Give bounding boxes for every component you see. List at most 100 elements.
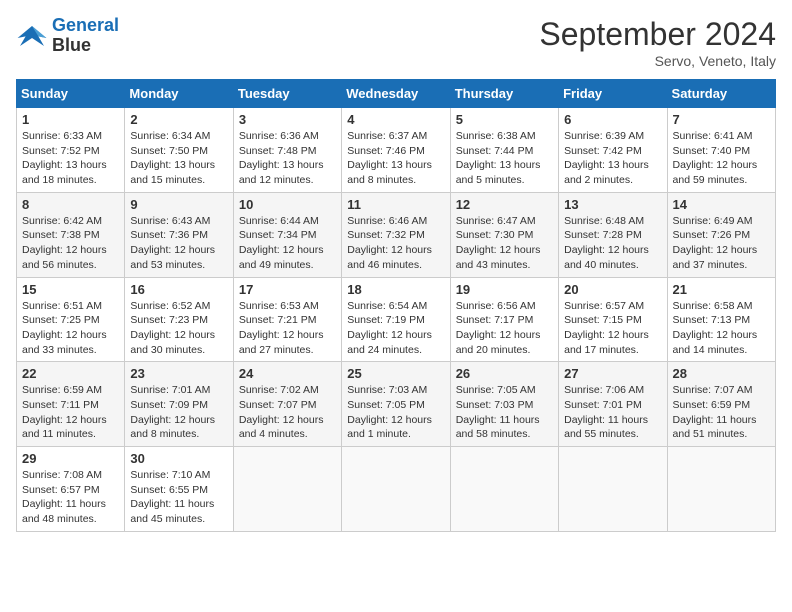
header-tuesday: Tuesday [233, 80, 341, 108]
day-number: 28 [673, 366, 770, 381]
day-cell: 27Sunrise: 7:06 AMSunset: 7:01 PMDayligh… [559, 362, 667, 447]
day-cell [342, 447, 450, 532]
calendar-header: SundayMondayTuesdayWednesdayThursdayFrid… [17, 80, 776, 108]
day-info: Sunrise: 6:47 AMSunset: 7:30 PMDaylight:… [456, 214, 553, 273]
day-info: Sunrise: 6:56 AMSunset: 7:17 PMDaylight:… [456, 299, 553, 358]
day-cell: 12 Sunrise: 6:47 AMSunset: 7:30 PMDayligh… [450, 192, 558, 277]
day-number: 13 [564, 197, 661, 212]
day-cell: 30 Sunrise: 7:10 AMSunset: 6:55 PMDayligh… [125, 447, 233, 532]
day-number: 14 [673, 197, 770, 212]
week-row-3: 15Sunrise: 6:51 AMSunset: 7:25 PMDayligh… [17, 277, 776, 362]
day-cell: 25 Sunrise: 7:03 AMSunset: 7:05 PMDayligh… [342, 362, 450, 447]
header-saturday: Saturday [667, 80, 775, 108]
day-cell: 20Sunrise: 6:57 AMSunset: 7:15 PMDayligh… [559, 277, 667, 362]
day-info: Sunrise: 6:49 AMSunset: 7:26 PMDaylight:… [673, 214, 770, 273]
day-number: 4 [347, 112, 444, 127]
week-row-1: 1 Sunrise: 6:33 AMSunset: 7:52 PMDaylight… [17, 108, 776, 193]
day-cell: 8Sunrise: 6:42 AMSunset: 7:38 PMDaylight… [17, 192, 125, 277]
day-number: 9 [130, 197, 227, 212]
header-sunday: Sunday [17, 80, 125, 108]
day-cell: 18Sunrise: 6:54 AMSunset: 7:19 PMDayligh… [342, 277, 450, 362]
day-number: 24 [239, 366, 336, 381]
day-cell: 22Sunrise: 6:59 AMSunset: 7:11 PMDayligh… [17, 362, 125, 447]
header-thursday: Thursday [450, 80, 558, 108]
day-info: Sunrise: 6:39 AMSunset: 7:42 PMDaylight:… [564, 129, 661, 188]
day-cell [450, 447, 558, 532]
day-number: 29 [22, 451, 119, 466]
week-row-5: 29 Sunrise: 7:08 AMSunset: 6:57 PMDayligh… [17, 447, 776, 532]
day-number: 30 [130, 451, 227, 466]
day-number: 10 [239, 197, 336, 212]
day-cell [667, 447, 775, 532]
day-info: Sunrise: 6:37 AMSunset: 7:46 PMDaylight:… [347, 129, 444, 188]
day-info: Sunrise: 7:02 AMSunset: 7:07 PMDaylight:… [239, 383, 336, 442]
header-wednesday: Wednesday [342, 80, 450, 108]
week-row-2: 8Sunrise: 6:42 AMSunset: 7:38 PMDaylight… [17, 192, 776, 277]
day-number: 20 [564, 282, 661, 297]
logo-icon [16, 22, 48, 50]
day-info: Sunrise: 6:48 AMSunset: 7:28 PMDaylight:… [564, 214, 661, 273]
logo: GeneralBlue [16, 16, 119, 56]
day-cell: 21 Sunrise: 6:58 AMSunset: 7:13 PMDayligh… [667, 277, 775, 362]
day-cell: 9 Sunrise: 6:43 AMSunset: 7:36 PMDaylight… [125, 192, 233, 277]
calendar-table: SundayMondayTuesdayWednesdayThursdayFrid… [16, 79, 776, 532]
day-info: Sunrise: 7:05 AMSunset: 7:03 PMDaylight:… [456, 383, 553, 442]
header-row: SundayMondayTuesdayWednesdayThursdayFrid… [17, 80, 776, 108]
day-info: Sunrise: 7:08 AMSunset: 6:57 PMDaylight:… [22, 468, 119, 527]
day-info: Sunrise: 7:03 AMSunset: 7:05 PMDaylight:… [347, 383, 444, 442]
day-cell: 23 Sunrise: 7:01 AMSunset: 7:09 PMDayligh… [125, 362, 233, 447]
day-cell: 24 Sunrise: 7:02 AMSunset: 7:07 PMDayligh… [233, 362, 341, 447]
calendar-body: 1 Sunrise: 6:33 AMSunset: 7:52 PMDaylight… [17, 108, 776, 532]
day-number: 6 [564, 112, 661, 127]
day-number: 19 [456, 282, 553, 297]
day-number: 16 [130, 282, 227, 297]
day-cell: 15Sunrise: 6:51 AMSunset: 7:25 PMDayligh… [17, 277, 125, 362]
day-cell: 26 Sunrise: 7:05 AMSunset: 7:03 PMDayligh… [450, 362, 558, 447]
day-cell: 16Sunrise: 6:52 AMSunset: 7:23 PMDayligh… [125, 277, 233, 362]
day-info: Sunrise: 6:44 AMSunset: 7:34 PMDaylight:… [239, 214, 336, 273]
title-block: September 2024 Servo, Veneto, Italy [539, 16, 776, 69]
day-info: Sunrise: 6:43 AMSunset: 7:36 PMDaylight:… [130, 214, 227, 273]
day-info: Sunrise: 6:38 AMSunset: 7:44 PMDaylight:… [456, 129, 553, 188]
day-info: Sunrise: 7:01 AMSunset: 7:09 PMDaylight:… [130, 383, 227, 442]
day-cell: 14 Sunrise: 6:49 AMSunset: 7:26 PMDayligh… [667, 192, 775, 277]
header-monday: Monday [125, 80, 233, 108]
day-number: 2 [130, 112, 227, 127]
month-title: September 2024 [539, 16, 776, 53]
day-number: 7 [673, 112, 770, 127]
day-cell: 28 Sunrise: 7:07 AMSunset: 6:59 PMDayligh… [667, 362, 775, 447]
day-cell: 17Sunrise: 6:53 AMSunset: 7:21 PMDayligh… [233, 277, 341, 362]
day-info: Sunrise: 7:10 AMSunset: 6:55 PMDaylight:… [130, 468, 227, 527]
day-cell [233, 447, 341, 532]
day-number: 3 [239, 112, 336, 127]
day-cell: 2 Sunrise: 6:34 AMSunset: 7:50 PMDaylight… [125, 108, 233, 193]
day-info: Sunrise: 6:59 AMSunset: 7:11 PMDaylight:… [22, 383, 119, 442]
logo-text: GeneralBlue [52, 16, 119, 56]
day-number: 11 [347, 197, 444, 212]
day-number: 17 [239, 282, 336, 297]
day-number: 15 [22, 282, 119, 297]
day-cell: 7Sunrise: 6:41 AMSunset: 7:40 PMDaylight… [667, 108, 775, 193]
day-cell: 19 Sunrise: 6:56 AMSunset: 7:17 PMDayligh… [450, 277, 558, 362]
day-info: Sunrise: 6:36 AMSunset: 7:48 PMDaylight:… [239, 129, 336, 188]
day-number: 8 [22, 197, 119, 212]
day-number: 26 [456, 366, 553, 381]
day-number: 27 [564, 366, 661, 381]
day-number: 23 [130, 366, 227, 381]
day-info: Sunrise: 7:07 AMSunset: 6:59 PMDaylight:… [673, 383, 770, 442]
day-info: Sunrise: 6:33 AMSunset: 7:52 PMDaylight:… [22, 129, 119, 188]
day-cell: 1 Sunrise: 6:33 AMSunset: 7:52 PMDaylight… [17, 108, 125, 193]
day-info: Sunrise: 6:34 AMSunset: 7:50 PMDaylight:… [130, 129, 227, 188]
day-cell: 6 Sunrise: 6:39 AMSunset: 7:42 PMDaylight… [559, 108, 667, 193]
day-number: 21 [673, 282, 770, 297]
day-number: 12 [456, 197, 553, 212]
day-number: 5 [456, 112, 553, 127]
day-number: 25 [347, 366, 444, 381]
day-cell: 13 Sunrise: 6:48 AMSunset: 7:28 PMDayligh… [559, 192, 667, 277]
day-cell: 5 Sunrise: 6:38 AMSunset: 7:44 PMDaylight… [450, 108, 558, 193]
page-header: GeneralBlue September 2024 Servo, Veneto… [16, 16, 776, 69]
day-info: Sunrise: 6:58 AMSunset: 7:13 PMDaylight:… [673, 299, 770, 358]
day-number: 18 [347, 282, 444, 297]
location-subtitle: Servo, Veneto, Italy [539, 53, 776, 69]
day-number: 1 [22, 112, 119, 127]
